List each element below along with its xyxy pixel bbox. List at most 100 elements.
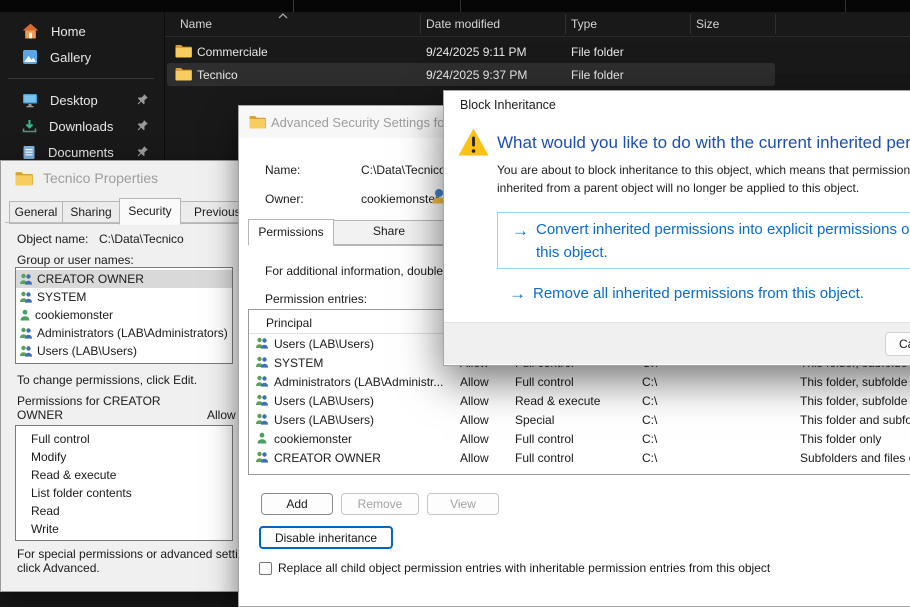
file-row-commerciale[interactable]: Commerciale 9/24/2025 9:11 PM File folde… — [165, 41, 910, 63]
file-name: Tecnico — [197, 68, 238, 82]
name-value: C:\Data\Tecnico — [361, 163, 446, 177]
convert-permissions-command-link[interactable]: → Convert inherited permissions into exp… — [497, 212, 910, 269]
column-divider[interactable] — [420, 14, 421, 34]
principal-name: SYSTEM — [37, 288, 86, 306]
folder-icon — [175, 44, 192, 58]
permission-item: List folder contents — [16, 484, 232, 502]
column-header-date-modified[interactable]: Date modified — [426, 17, 500, 31]
info-text: For additional information, double- — [265, 264, 447, 278]
cell-access: Full control — [515, 432, 574, 446]
properties-dialog-title: Tecnico Properties — [43, 170, 158, 186]
cell-principal: cookiemonster — [274, 432, 352, 446]
sort-ascending-icon — [278, 13, 288, 19]
column-header-size[interactable]: Size — [696, 17, 719, 31]
column-header-name[interactable]: Name — [180, 17, 212, 31]
tab-security[interactable]: Security — [119, 198, 181, 225]
column-header-type[interactable]: Type — [571, 17, 597, 31]
pin-icon[interactable] — [136, 93, 149, 106]
owner-label: Owner: — [265, 192, 304, 206]
top-strip-divider — [460, 0, 461, 12]
add-button[interactable]: Add — [261, 493, 333, 515]
table-row[interactable]: CREATOR OWNER Allow Full control C:\ Sub… — [249, 448, 910, 467]
pin-icon[interactable] — [136, 145, 149, 158]
principal-name: cookiemonster — [35, 306, 113, 324]
arrow-right-icon: → — [509, 285, 526, 302]
cell-type: Allow — [460, 413, 489, 427]
column-divider[interactable] — [690, 14, 691, 34]
disable-inheritance-button[interactable]: Disable inheritance — [259, 526, 393, 549]
cell-inherited-from: C:\ — [642, 451, 657, 465]
remove-permissions-command-link[interactable]: → Remove all inherited permissions from … — [497, 280, 910, 304]
tab-general[interactable]: General — [9, 201, 63, 224]
cell-applies-to: This folder and subfo — [800, 413, 910, 427]
home-icon — [22, 23, 39, 39]
cell-inherited-from: C:\ — [642, 413, 657, 427]
cell-type: Allow — [460, 451, 489, 465]
group-icon — [19, 273, 33, 285]
folder-icon — [15, 171, 33, 186]
allow-column-header: Allow — [207, 408, 236, 422]
sidebar-item-downloads[interactable]: Downloads — [8, 114, 158, 138]
tab-permissions[interactable]: Permissions — [248, 219, 334, 246]
permission-item: Modify — [16, 448, 232, 466]
group-list-item[interactable]: SYSTEM — [16, 288, 232, 306]
cell-principal: Users (LAB\Users) — [274, 413, 374, 427]
sidebar-item-gallery[interactable]: Gallery — [8, 45, 158, 69]
permissions-for-label: Permissions for CREATOR — [17, 394, 161, 408]
column-divider[interactable] — [565, 14, 566, 34]
file-row-tecnico-selected[interactable]: Tecnico 9/24/2025 9:37 PM File folder — [167, 63, 775, 86]
permission-item: Full control — [16, 430, 232, 448]
folder-icon — [175, 67, 192, 81]
advanced-hint-text: click Advanced. — [17, 561, 100, 575]
owner-value: cookiemonster — [361, 192, 439, 206]
block-dialog-footer: Cancel — [444, 322, 910, 364]
permission-item: Read — [16, 502, 232, 520]
user-icon — [19, 309, 31, 321]
table-row[interactable]: Users (LAB\Users) Allow Special C:\ This… — [249, 410, 910, 429]
table-row[interactable]: cookiemonster Allow Full control C:\ Thi… — [249, 429, 910, 448]
cell-type: Allow — [460, 394, 489, 408]
object-name-value: C:\Data\Tecnico — [99, 232, 184, 246]
permission-item: Write — [16, 520, 232, 538]
cancel-button[interactable]: Cancel — [885, 332, 910, 356]
block-dialog-titlebar[interactable]: Block Inheritance — [444, 91, 910, 119]
sidebar-item-home[interactable]: Home — [8, 19, 158, 43]
group-list-item[interactable]: cookiemonster — [16, 306, 232, 324]
group-icon — [255, 451, 269, 463]
group-icon — [255, 356, 269, 368]
command-link-text: Remove all inherited permissions from th… — [533, 285, 864, 302]
view-button: View — [427, 493, 499, 515]
column-divider[interactable] — [775, 14, 776, 34]
permission-item: Special permissions — [16, 538, 232, 541]
group-icon — [255, 413, 269, 425]
top-strip-divider — [293, 0, 294, 12]
group-user-listbox[interactable]: CREATOR OWNER SYSTEM cookiemonster Admin… — [15, 267, 233, 364]
table-row[interactable]: Users (LAB\Users) Allow Read & execute C… — [249, 391, 910, 410]
replace-checkbox[interactable] — [259, 562, 272, 575]
group-list-item[interactable]: CREATOR OWNER — [16, 270, 232, 288]
edit-hint-text: To change permissions, click Edit. — [17, 373, 197, 387]
file-date-modified: 9/24/2025 9:11 PM — [426, 45, 527, 59]
gallery-icon — [22, 49, 38, 65]
pin-icon[interactable] — [136, 119, 149, 132]
table-header-principal[interactable]: Principal — [266, 316, 312, 330]
sidebar-item-desktop[interactable]: Desktop — [8, 88, 158, 112]
table-row[interactable]: Administrators (LAB\Administr... Allow F… — [249, 372, 910, 391]
block-inheritance-dialog: Block Inheritance What would you like to… — [443, 90, 910, 366]
group-list-item[interactable]: Users (LAB\Users) — [16, 342, 232, 360]
cell-inherited-from: C:\ — [642, 432, 657, 446]
remove-button: Remove — [341, 493, 419, 515]
cell-principal: Administrators (LAB\Administr... — [274, 375, 443, 389]
object-name-label: Object name: — [17, 232, 88, 246]
permissions-listbox[interactable]: Full control Modify Read & execute List … — [15, 425, 233, 541]
user-icon — [256, 432, 268, 444]
tab-sharing[interactable]: Sharing — [62, 201, 120, 224]
principal-name: Users (LAB\Users) — [37, 342, 137, 360]
documents-icon — [22, 145, 36, 160]
cell-inherited-from: C:\ — [642, 375, 657, 389]
group-list-item[interactable]: Administrators (LAB\Administrators) — [16, 324, 232, 342]
cell-applies-to: This folder only — [800, 432, 881, 446]
tab-share[interactable]: Share — [332, 220, 446, 246]
sidebar-item-label: Home — [51, 24, 86, 39]
group-icon — [19, 345, 33, 357]
